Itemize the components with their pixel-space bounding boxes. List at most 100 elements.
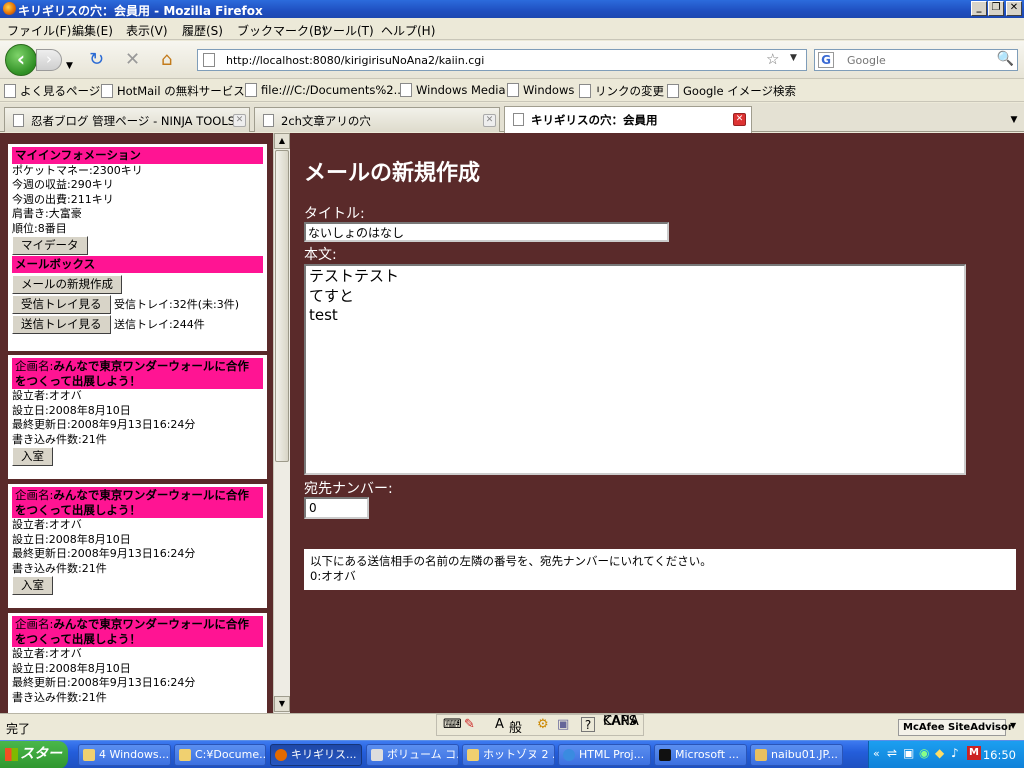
stop-icon[interactable]: ✕ xyxy=(125,49,140,71)
tab-kirigirisu[interactable]: キリギリスの穴：会員用 ✕ xyxy=(504,106,752,133)
mcafee-tray-icon[interactable]: M xyxy=(967,746,981,760)
mcafee-dropdown-icon[interactable]: ▼ xyxy=(1010,721,1016,730)
bookmark-star-icon[interactable]: ☆ xyxy=(766,50,779,68)
url-input[interactable] xyxy=(226,52,746,68)
bookmark-windows[interactable]: Windows xyxy=(507,83,574,97)
my-data-button[interactable]: マイデータ xyxy=(12,236,88,255)
menu-help[interactable]: ヘルプ(H) xyxy=(381,22,435,39)
bookmark-change-links[interactable]: リンクの変更 xyxy=(579,83,664,99)
help-icon[interactable]: ? xyxy=(581,717,595,732)
menu-history[interactable]: 履歴(S) xyxy=(182,22,223,39)
bookmark-hotmail[interactable]: HotMail の無料サービス xyxy=(101,83,245,99)
menu-tools[interactable]: ツール(T) xyxy=(321,22,374,39)
mcafee-siteadvisor-button[interactable]: McAfee SiteAdvisor xyxy=(898,719,1013,736)
reload-icon[interactable]: ↻ xyxy=(89,49,104,71)
project-post-count: 書き込み件数:21件 xyxy=(12,432,107,446)
tab-2ch-ari[interactable]: 2ch文章アリの穴 ✕ xyxy=(254,107,500,132)
search-input[interactable] xyxy=(847,53,997,68)
page-icon xyxy=(13,114,24,127)
url-dropdown-icon[interactable]: ▼ xyxy=(790,53,797,63)
task-naibu-image[interactable]: naibu01.JP... xyxy=(750,744,843,766)
task-documents[interactable]: C:¥Docume... xyxy=(174,744,266,766)
menu-bookmarks[interactable]: ブックマーク(B) xyxy=(237,22,327,39)
bookmark-file[interactable]: file:///C:/Documents%2... xyxy=(245,83,405,97)
search-icon[interactable]: 🔍 xyxy=(997,51,1014,67)
info-pocket-money: ポケットマネー:2300キリ xyxy=(12,163,143,177)
address-number-input[interactable] xyxy=(304,497,369,519)
left-frame-scrollbar[interactable]: ▲ ▼ xyxy=(273,133,290,713)
address-bar[interactable]: ☆ ▼ xyxy=(197,49,807,71)
task-hotzonu[interactable]: ホットゾヌ 2 ... xyxy=(462,744,555,766)
folder-icon xyxy=(179,749,191,761)
bookmark-icon xyxy=(245,83,257,97)
info-weekly-income: 今週の収益:290キリ xyxy=(12,178,114,191)
task-html-project[interactable]: HTML Proj... xyxy=(558,744,651,766)
task-microsoft[interactable]: Microsoft ... xyxy=(654,744,747,766)
google-engine-icon[interactable]: G xyxy=(818,52,834,68)
inbox-button[interactable]: 受信トレイ見る xyxy=(12,294,111,314)
title-input[interactable] xyxy=(304,222,669,242)
home-icon[interactable]: ⌂ xyxy=(161,49,172,71)
restore-button[interactable]: ❐ xyxy=(988,1,1004,16)
ime-dictionary-icon[interactable]: ▣ xyxy=(557,717,569,732)
ime-tool-icon[interactable]: ⚙ xyxy=(537,717,549,732)
menu-view[interactable]: 表示(V) xyxy=(126,22,168,39)
tab-list-icon[interactable]: ▼ xyxy=(1006,111,1022,129)
bookmark-label: Windows Media xyxy=(416,83,506,97)
bookmark-google-images[interactable]: Google イメージ検索 xyxy=(667,83,796,99)
project-post-count: 書き込み件数:21件 xyxy=(12,690,107,704)
close-tab-icon[interactable]: ✕ xyxy=(733,113,746,126)
project-card: 企画名:みんなで東京ワンダーウォールに合作をつくって出展しよう！ 設立者:オオバ… xyxy=(8,484,267,608)
outbox-button[interactable]: 送信トレイ見る xyxy=(12,314,111,334)
volume-icon[interactable]: ♪ xyxy=(951,746,959,760)
network-icon[interactable]: ⇌ xyxy=(887,746,897,760)
scroll-up-icon[interactable]: ▲ xyxy=(274,133,290,149)
start-button[interactable]: スタート xyxy=(0,741,68,768)
tray-notify-icon[interactable]: ◆ xyxy=(935,746,944,760)
bookmark-most-visited[interactable]: よく見るページ xyxy=(4,83,100,99)
keyboard-icon[interactable]: ⌨ xyxy=(443,717,462,732)
info-rank: 順位:8番目 xyxy=(12,221,67,235)
navigation-toolbar: ‹ › ▼ ↻ ✕ ⌂ ☆ ▼ G 🔍 xyxy=(0,41,1024,79)
search-bar[interactable]: G 🔍 xyxy=(814,49,1018,71)
project-name-prefix: 企画名: xyxy=(15,488,54,502)
window-title: キリギリスの穴：会員用 - Mozilla Firefox xyxy=(18,4,263,18)
ime-options-icon[interactable]: ▾ xyxy=(632,718,636,727)
menu-edit[interactable]: 編集(E) xyxy=(72,22,113,39)
tray-expand-icon[interactable]: « xyxy=(873,747,880,760)
task-volume[interactable]: ボリューム コ... xyxy=(366,744,459,766)
body-textarea[interactable]: テストテスト てすと test xyxy=(304,264,966,475)
scroll-thumb[interactable] xyxy=(275,150,289,462)
bookmark-windows-media[interactable]: Windows Media xyxy=(400,83,506,97)
security-shield-icon[interactable]: ◉ xyxy=(919,746,929,760)
task-firefox[interactable]: キリギリス... xyxy=(270,744,362,766)
tray-app-icon[interactable]: ▣ xyxy=(903,746,914,760)
back-arrow-icon[interactable]: ‹ xyxy=(5,44,37,76)
history-dropdown-icon[interactable]: ▼ xyxy=(66,55,73,77)
ime-conversion[interactable]: 般 xyxy=(509,717,522,736)
ime-pad-icon[interactable]: ✎ xyxy=(464,717,475,732)
ime-toolbar[interactable]: ⌨ ✎ A 般 ⚙ ▣ ? CAPS KANA ▾ xyxy=(436,714,644,736)
enter-room-button[interactable]: 入室 xyxy=(12,576,53,595)
close-tab-icon[interactable]: ✕ xyxy=(233,114,246,127)
bookmark-label: file:///C:/Documents%2... xyxy=(261,83,405,97)
minimize-button[interactable]: _ xyxy=(971,1,987,16)
task-windows-folder[interactable]: 4 Windows... xyxy=(78,744,171,766)
scroll-down-icon[interactable]: ▼ xyxy=(274,696,290,712)
ime-mode[interactable]: A xyxy=(495,717,504,732)
tab-ninja-tools[interactable]: 忍者ブログ 管理ページ - NINJA TOOLS ✕ xyxy=(4,107,250,132)
close-window-button[interactable]: ✕ xyxy=(1006,1,1022,16)
app-window-icon xyxy=(659,749,671,761)
page-title: メールの新規作成 xyxy=(304,161,481,186)
menu-file[interactable]: ファイル(F) xyxy=(7,22,71,39)
status-bar: 完了 ⌨ ✎ A 般 ⚙ ▣ ? CAPS KANA ▾ McAfee SiteA… xyxy=(0,713,1024,740)
compose-frame: メールの新規作成 タイトル: 本文: テストテスト てすと test 宛先ナンバ… xyxy=(295,133,1024,713)
project-card: 企画名:みんなで東京ワンダーウォールに合作をつくって出展しよう！ 設立者:オオバ… xyxy=(8,613,267,713)
forward-arrow-icon[interactable]: › xyxy=(36,49,62,71)
close-tab-icon[interactable]: ✕ xyxy=(483,114,496,127)
new-mail-button[interactable]: メールの新規作成 xyxy=(12,274,122,294)
window-title-bar[interactable]: キリギリスの穴：会員用 - Mozilla Firefox _ ❐ ✕ xyxy=(0,0,1024,18)
enter-room-button[interactable]: 入室 xyxy=(12,447,53,466)
project-name-prefix: 企画名: xyxy=(15,617,54,631)
project-updated-date: 最終更新日:2008年9月13日16:24分 xyxy=(12,676,196,689)
